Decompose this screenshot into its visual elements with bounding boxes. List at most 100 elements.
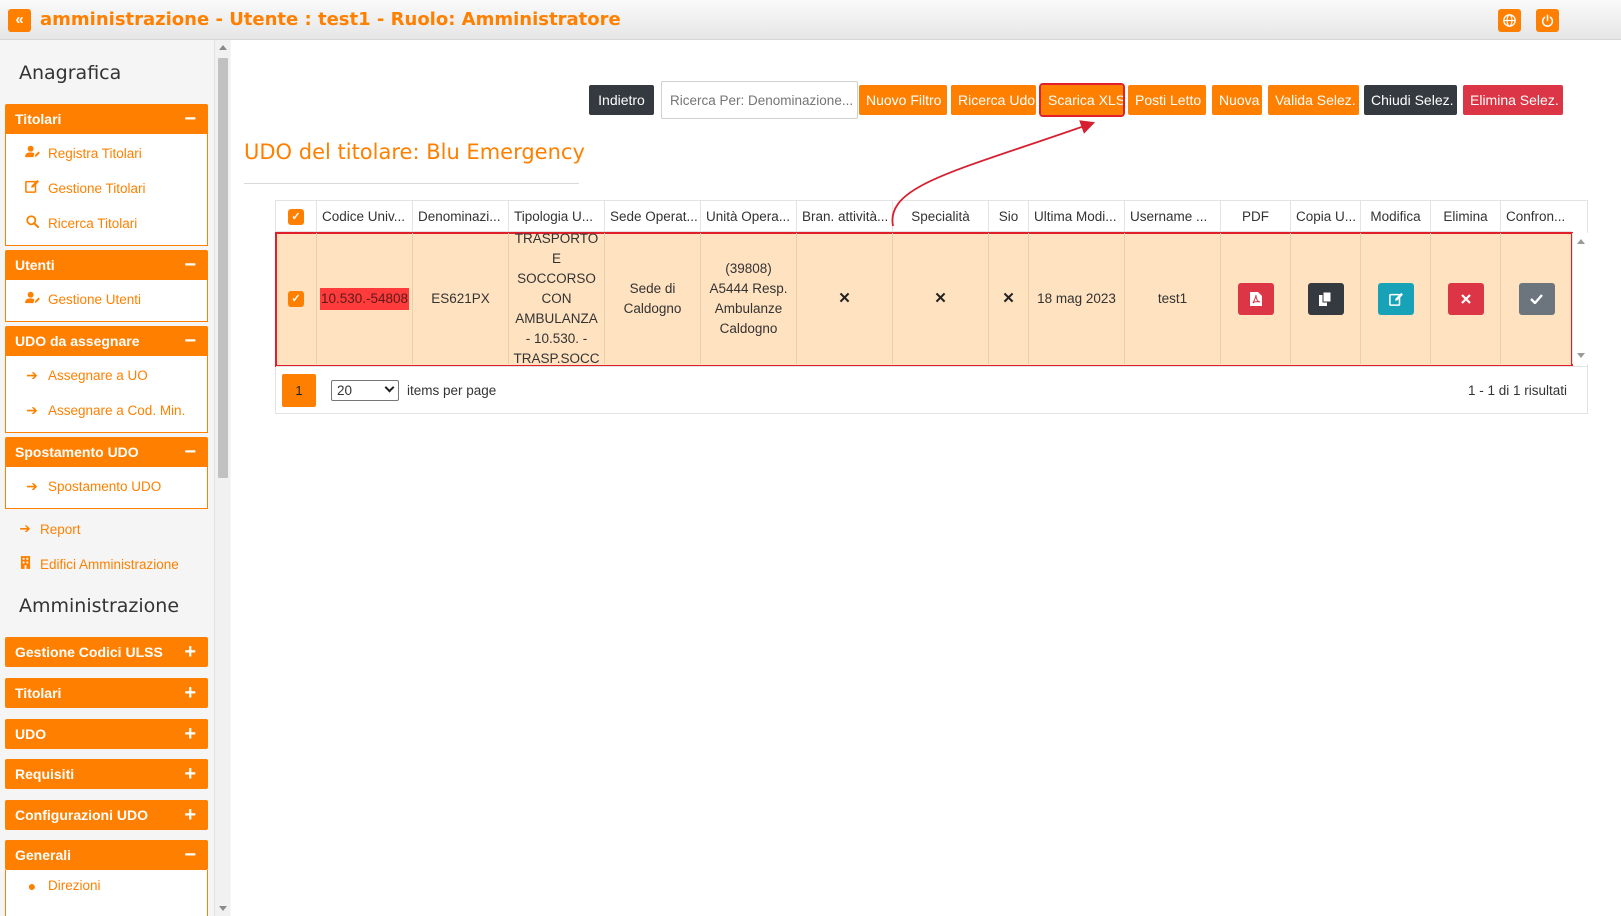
column-header[interactable]: PDF [1221, 201, 1291, 232]
group-header-titolari[interactable]: Titolari − [5, 104, 208, 134]
download-xls-button[interactable]: Scarica XLS [1039, 83, 1125, 117]
page-title: UDO del titolare: Blu Emergency [244, 140, 585, 164]
sidebar-item-label: Ricerca Titolari [48, 216, 138, 231]
collapse-icon[interactable]: − [184, 250, 196, 280]
sidebar-item-gestione-titolari[interactable]: Gestione Titolari [6, 171, 207, 206]
check-icon[interactable]: ✓ [288, 290, 304, 307]
beds-button[interactable]: Posti Letto [1128, 85, 1206, 115]
sidebar-group-configurazioni-udo[interactable]: Configurazioni UDO + [5, 800, 208, 830]
check-icon[interactable]: ✓ [288, 208, 304, 225]
column-header[interactable]: Confron... [1501, 201, 1572, 232]
sidebar-item-ricerca-titolari[interactable]: Ricerca Titolari [6, 206, 207, 241]
code-value: 10.530.-54808 [319, 287, 410, 310]
sidebar-item-label: Assegnare a UO [48, 368, 148, 383]
column-header[interactable]: Tipologia U... [509, 201, 605, 232]
compare-button[interactable] [1518, 282, 1555, 315]
new-filter-button[interactable]: Nuovo Filtro [859, 85, 947, 115]
sidebar-scrollbar[interactable] [214, 40, 230, 916]
sidebar-item-spostamento-udo[interactable]: ➔ Spostamento UDO [6, 469, 207, 504]
group-header-udo-da-assegnare[interactable]: UDO da assegnare − [5, 326, 208, 356]
expand-icon[interactable]: + [184, 637, 196, 667]
collapse-icon[interactable]: − [184, 104, 196, 134]
sidebar-item-registra-titolari[interactable]: Registra Titolari [6, 136, 207, 171]
sidebar: Anagrafica Titolari − Registra Titolari G… [0, 40, 214, 916]
collapse-icon[interactable]: − [184, 326, 196, 356]
scroll-up-icon[interactable] [219, 45, 227, 50]
cell-username: test1 [1125, 233, 1221, 364]
search-udo-button[interactable]: Ricerca Udo [951, 85, 1036, 115]
column-header[interactable]: Copia U... [1291, 201, 1361, 232]
row-checkbox[interactable]: ✓ [276, 233, 317, 364]
scroll-up-icon[interactable] [1577, 239, 1585, 244]
pdf-button[interactable] [1237, 282, 1274, 315]
collapse-icon[interactable]: − [184, 840, 196, 870]
sidebar-item-gestione-utenti[interactable]: Gestione Utenti [6, 282, 207, 317]
column-header[interactable]: Elimina [1431, 201, 1501, 232]
cell-ultima-modifica: 18 mag 2023 [1029, 233, 1125, 364]
sidebar-item-report[interactable]: ➔ Report [17, 521, 80, 537]
sidebar-item-label: Gestione Titolari [48, 181, 146, 196]
sidebar-group-titolari: Titolari − Registra Titolari Gestione Tit… [5, 104, 208, 246]
arrow-right-icon: ➔ [19, 521, 31, 536]
scroll-down-icon[interactable] [219, 906, 227, 911]
power-icon[interactable] [1536, 9, 1559, 32]
column-header[interactable]: Sio [989, 201, 1029, 232]
globe-icon[interactable] [1498, 9, 1521, 32]
udo-grid: ✓ Codice Univ... Denominazi... Tipologia… [275, 200, 1588, 414]
edit-button[interactable] [1377, 282, 1414, 315]
sidebar-item-direzioni[interactable]: ● Direzioni [6, 876, 207, 896]
column-header[interactable]: Modifica [1361, 201, 1431, 232]
column-header[interactable]: Codice Univ... [317, 201, 413, 232]
group-title: UDO [15, 726, 47, 742]
expand-icon[interactable]: + [184, 678, 196, 708]
sidebar-group-generali[interactable]: Generali − [5, 840, 208, 870]
delete-selection-button[interactable]: Elimina Selez. [1463, 85, 1563, 115]
sidebar-group-spostamento-udo: Spostamento UDO − ➔ Spostamento UDO [5, 437, 208, 509]
grid-scrollbar[interactable] [1572, 233, 1588, 364]
group-title: UDO da assegnare [15, 333, 140, 349]
page-size-select[interactable]: 20 [331, 380, 399, 401]
group-header-spostamento-udo[interactable]: Spostamento UDO − [5, 437, 208, 467]
sidebar-group-gestione-codici-ulss[interactable]: Gestione Codici ULSS + [5, 637, 208, 667]
scrollbar-thumb[interactable] [218, 58, 228, 478]
group-header-utenti[interactable]: Utenti − [5, 250, 208, 280]
arrow-right-icon: ➔ [26, 478, 38, 494]
building-icon [17, 556, 33, 572]
column-header[interactable]: Username ... [1125, 201, 1221, 232]
validate-selection-button[interactable]: Valida Selez. [1268, 85, 1359, 115]
select-all-checkbox[interactable]: ✓ [276, 201, 317, 232]
column-header[interactable]: Ultima Modi... [1029, 201, 1125, 232]
collapse-menu-button[interactable]: « [8, 9, 31, 32]
column-header[interactable]: Bran. attività... [797, 201, 893, 232]
table-row[interactable]: ✓ 10.530.-54808 ES621PX TRASPORTO E SOCC… [275, 231, 1573, 367]
sidebar-item-assegnare-uo[interactable]: ➔ Assegnare a UO [6, 358, 207, 393]
cell-sio: ✕ [989, 233, 1029, 364]
search-input[interactable] [661, 81, 858, 119]
page-button[interactable]: 1 [282, 374, 316, 407]
sidebar-item-assegnare-cod-min[interactable]: ➔ Assegnare a Cod. Min. [6, 393, 207, 428]
column-header[interactable]: Denominazi... [413, 201, 509, 232]
sidebar-group-titolari-admin[interactable]: Titolari + [5, 678, 208, 708]
close-icon [1460, 293, 1471, 304]
column-header[interactable]: Specialità [893, 201, 989, 232]
edit-icon [1388, 292, 1403, 306]
cell-specialita: ✕ [893, 233, 989, 364]
delete-button[interactable] [1447, 282, 1484, 315]
back-button[interactable]: Indietro [589, 85, 654, 115]
scroll-down-icon[interactable] [1577, 353, 1585, 358]
sidebar-group-requisiti[interactable]: Requisiti + [5, 759, 208, 789]
collapse-icon[interactable]: − [184, 437, 196, 467]
sidebar-group-udo[interactable]: UDO + [5, 719, 208, 749]
generali-body: ● Direzioni [5, 870, 208, 916]
expand-icon[interactable]: + [184, 800, 196, 830]
copy-button[interactable] [1307, 282, 1344, 315]
column-header[interactable]: Sede Operat... [605, 201, 701, 232]
close-selection-button[interactable]: Chiudi Selez. [1364, 85, 1457, 115]
cell-pdf [1221, 233, 1291, 364]
column-header[interactable]: Unità Opera... [701, 201, 797, 232]
new-button[interactable]: Nuova [1212, 85, 1262, 115]
sidebar-item-edifici[interactable]: Edifici Amministrazione [17, 556, 179, 572]
expand-icon[interactable]: + [184, 759, 196, 789]
expand-icon[interactable]: + [184, 719, 196, 749]
arrow-right-icon: ➔ [26, 402, 38, 418]
